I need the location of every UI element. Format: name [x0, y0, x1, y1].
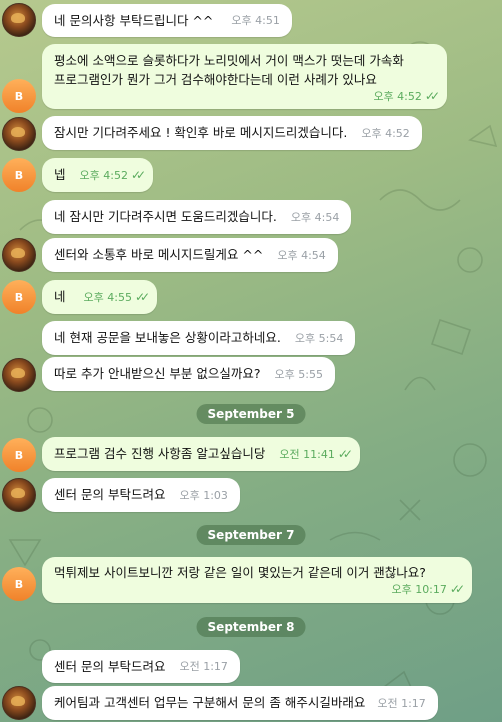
date-separator: September 7 — [196, 525, 306, 545]
message-bubble[interactable]: 센터 문의 부탁드려요 오전 1:17 — [42, 650, 240, 683]
message-bubble[interactable]: 잠시만 기다려주세요 ! 확인후 바로 메시지드리겠습니다. 오후 4:52 — [42, 116, 422, 150]
message-time: 오후 4:52 — [79, 168, 128, 182]
message-time: 오후 4:54 — [290, 210, 340, 224]
message-time: 오후 1:03 — [179, 488, 228, 502]
message-bubble[interactable]: 따로 추가 안내받으신 부분 없으실까요? 오후 5:55 — [42, 357, 335, 391]
message-time: 오후 4:52 — [373, 90, 422, 103]
message-time: 오전 11:41 — [279, 447, 335, 461]
message-text: 프로그램 검수 진행 사항좀 알고싶습니당 — [54, 446, 266, 461]
message-time: 오전 1:17 — [377, 696, 426, 710]
message-time: 오후 4:54 — [277, 248, 326, 262]
message-text: 네 — [54, 289, 66, 304]
message-text: 네 현재 공문을 보내놓은 상황이라고하네요. — [54, 330, 281, 345]
user-avatar-initial: B — [14, 577, 24, 591]
message-bubble[interactable]: 센터와 소통후 바로 메시지드릴게요 ^^ 오후 4:54 — [42, 238, 338, 272]
message-bubble[interactable]: 평소에 소액으로 슬롯하다가 노리밋에서 거이 맥스가 떳는데 가속화 프로그램… — [42, 44, 447, 109]
message-text: 넵 — [54, 167, 66, 182]
message-bubble[interactable]: 네 오후 4:55 ✓✓ — [42, 280, 158, 314]
user-avatar-initial: B — [14, 89, 24, 103]
message-text-line: 평소에 소액으로 슬롯하다가 노리밋에서 거이 맥스가 떳는데 가속화 — [54, 53, 404, 68]
agent-avatar[interactable] — [2, 117, 36, 151]
user-avatar[interactable]: B — [2, 280, 36, 314]
message-bubble[interactable]: 프로그램 검수 진행 사항좀 알고싶습니당 오전 11:41 ✓✓ — [42, 437, 360, 471]
agent-avatar[interactable] — [2, 686, 36, 720]
message-bubble[interactable]: 넵 오후 4:52 ✓✓ — [42, 158, 154, 192]
date-separator: September 8 — [196, 617, 306, 637]
read-receipt-icon: ✓✓ — [134, 289, 150, 304]
user-avatar[interactable]: B — [2, 79, 36, 113]
agent-avatar[interactable] — [2, 3, 36, 37]
user-avatar[interactable]: B — [2, 567, 36, 601]
user-avatar-initial: B — [14, 448, 24, 462]
message-time: 오후 4:52 — [361, 126, 410, 140]
message-text: 케어팀과 고객센터 업무는 구분해서 문의 좀 해주시길바래요 — [54, 695, 366, 710]
date-separator: September 5 — [196, 404, 306, 424]
message-time: 오전 1:17 — [179, 660, 228, 673]
message-bubble[interactable]: 먹튀제보 사이트보니깐 저랑 같은 일이 몇있는거 같은데 이거 괜찮나요? 오… — [42, 557, 472, 603]
read-receipt-icon: ✓✓ — [337, 446, 353, 461]
message-text: 센터 문의 부탁드려요 — [54, 487, 166, 502]
message-text: 잠시만 기다려주세요 ! 확인후 바로 메시지드리겠습니다. — [54, 125, 348, 140]
message-time: 오후 5:55 — [274, 367, 323, 381]
message-time: 오후 5:54 — [294, 331, 344, 345]
message-text: 네 잠시만 기다려주시면 도움드리겠습니다. — [54, 209, 277, 224]
message-text: 센터와 소통후 바로 메시지드릴게요 ^^ — [54, 247, 264, 262]
user-avatar[interactable]: B — [2, 438, 36, 472]
agent-avatar[interactable] — [2, 238, 36, 272]
message-bubble[interactable]: 네 현재 공문을 보내놓은 상황이라고하네요. 오후 5:54 — [42, 321, 356, 355]
agent-avatar[interactable] — [2, 358, 36, 392]
message-time: 오후 10:17 — [391, 583, 447, 596]
message-bubble[interactable]: 네 문의사항 부탁드립니다 ^^ 오후 4:51 — [42, 4, 292, 37]
read-receipt-icon: ✓✓ — [449, 582, 465, 596]
message-time: 오후 4:55 — [83, 290, 132, 304]
message-text: 네 문의사항 부탁드립니다 ^^ — [54, 12, 214, 28]
user-avatar-initial: B — [14, 168, 24, 182]
message-text: 따로 추가 안내받으신 부분 없으실까요? — [54, 366, 261, 381]
message-text: 센터 문의 부탁드려요 — [54, 658, 166, 674]
read-receipt-icon: ✓✓ — [130, 167, 146, 182]
read-receipt-icon: ✓✓ — [424, 89, 440, 103]
agent-avatar[interactable] — [2, 478, 36, 512]
message-bubble[interactable]: 센터 문의 부탁드려요 오후 1:03 — [42, 478, 240, 512]
message-time: 오후 4:51 — [231, 14, 280, 27]
message-bubble[interactable]: 케어팀과 고객센터 업무는 구분해서 문의 좀 해주시길바래요 오전 1:17 — [42, 686, 438, 720]
message-bubble[interactable]: 네 잠시만 기다려주시면 도움드리겠습니다. 오후 4:54 — [42, 200, 352, 234]
user-avatar-initial: B — [14, 290, 24, 304]
user-avatar[interactable]: B — [2, 158, 36, 192]
